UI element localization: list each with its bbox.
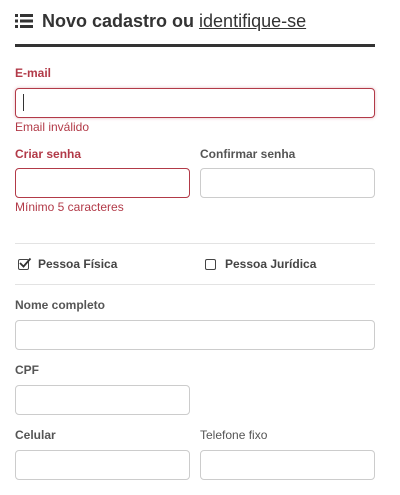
page-title: Novo cadastro ou bbox=[42, 10, 195, 31]
title-divider bbox=[15, 44, 375, 47]
section-divider bbox=[15, 243, 375, 244]
checkbox-unchecked[interactable] bbox=[205, 258, 216, 270]
option-pessoa-fisica[interactable]: Pessoa Física bbox=[18, 257, 117, 271]
confirm-password-label: Confirmar senha bbox=[200, 147, 296, 161]
phone-input[interactable] bbox=[200, 450, 375, 480]
check-icon bbox=[19, 257, 32, 268]
option-label: Pessoa Física bbox=[38, 257, 118, 271]
identify-link[interactable]: identifique-se bbox=[199, 11, 306, 32]
section-divider bbox=[15, 284, 375, 285]
password-error: Mínimo 5 caracteres bbox=[15, 200, 124, 214]
email-error: Email inválido bbox=[15, 120, 90, 134]
email-label: E-mail bbox=[15, 66, 52, 80]
signup-form: Novo cadastro ou identifique-se E-mail E… bbox=[0, 0, 400, 495]
checkbox-checked[interactable] bbox=[18, 257, 32, 270]
phone-label: Telefone fixo bbox=[200, 428, 268, 442]
mobile-input[interactable] bbox=[15, 450, 190, 480]
full-name-input[interactable] bbox=[15, 320, 375, 350]
option-label: Pessoa Jurídica bbox=[225, 257, 317, 271]
email-input[interactable] bbox=[15, 88, 375, 118]
confirm-password-input[interactable] bbox=[200, 168, 375, 198]
option-pessoa-juridica[interactable]: Pessoa Jurídica bbox=[205, 257, 316, 271]
password-input[interactable] bbox=[15, 168, 190, 198]
form-header: Novo cadastro ou identifique-se bbox=[15, 8, 306, 34]
cpf-label: CPF bbox=[15, 363, 39, 377]
password-label: Criar senha bbox=[15, 147, 82, 161]
list-icon bbox=[15, 14, 33, 28]
cpf-input[interactable] bbox=[15, 385, 190, 415]
text-caret bbox=[23, 94, 24, 111]
mobile-label: Celular bbox=[15, 428, 56, 442]
full-name-label: Nome completo bbox=[15, 298, 106, 312]
